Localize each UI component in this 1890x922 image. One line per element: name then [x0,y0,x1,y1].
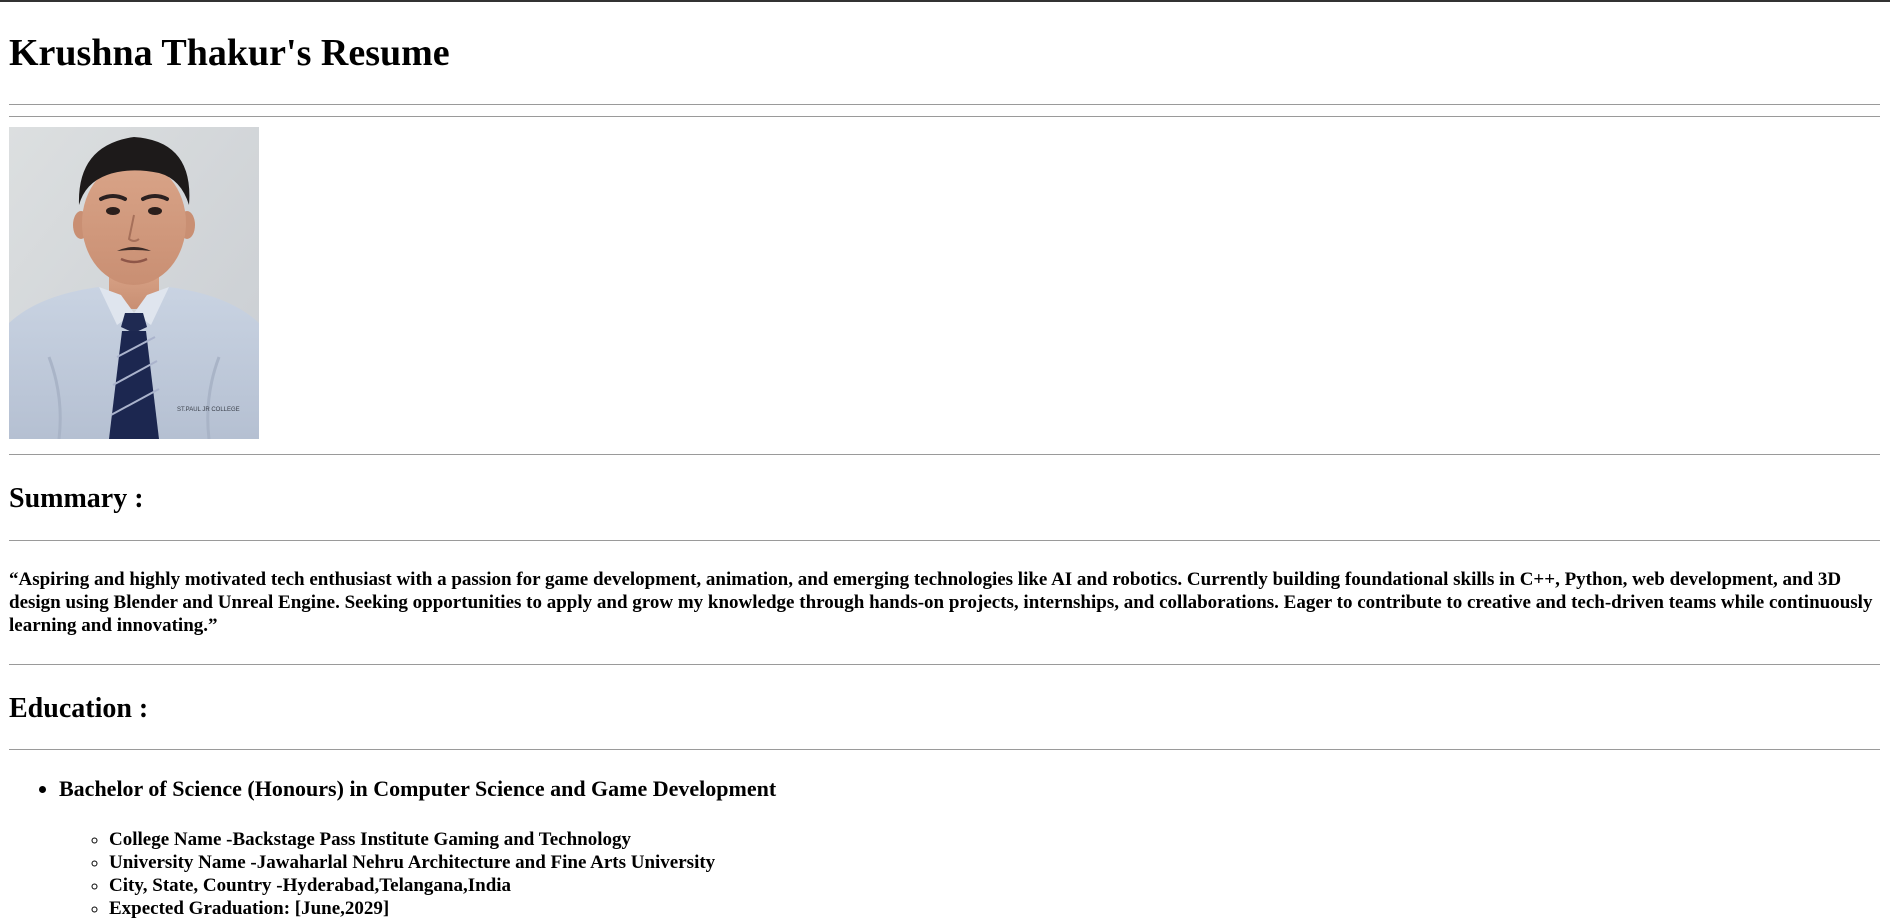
list-item-university: University Name -Jawaharlal Nehru Archit… [109,851,1880,874]
summary-divider [9,540,1880,541]
degree-details-list: College Name -Backstage Pass Institute G… [59,828,1880,920]
shirt-college-text: ST.PAUL JR COLLEGE [177,407,240,413]
summary-text: “Aspiring and highly motivated tech enth… [9,569,1873,636]
title-divider-top [9,104,1880,105]
summary-end-divider [9,664,1880,665]
list-item-degree: Bachelor of Science (Honours) in Compute… [59,776,1880,920]
page-title: Krushna Thakur's Resume [9,32,450,74]
degree-title: Bachelor of Science (Honours) in Compute… [59,776,777,801]
summary-heading: Summary : [9,483,144,514]
list-item-location: City, State, Country -Hyderabad,Telangan… [109,874,1880,897]
profile-photo: ST.PAUL JR COLLEGE [9,127,259,439]
resume-page: Krushna Thakur's Resume ST.PAUL JR COLLE… [0,0,1890,922]
list-item-graduation: Expected Graduation: [June,2029] [109,897,1880,920]
title-divider-bottom [9,116,1880,117]
photo-divider [9,454,1880,455]
education-list: Bachelor of Science (Honours) in Compute… [9,776,1880,920]
education-heading: Education : [9,693,149,724]
education-divider [9,749,1880,750]
list-item-college: College Name -Backstage Pass Institute G… [109,828,1880,851]
